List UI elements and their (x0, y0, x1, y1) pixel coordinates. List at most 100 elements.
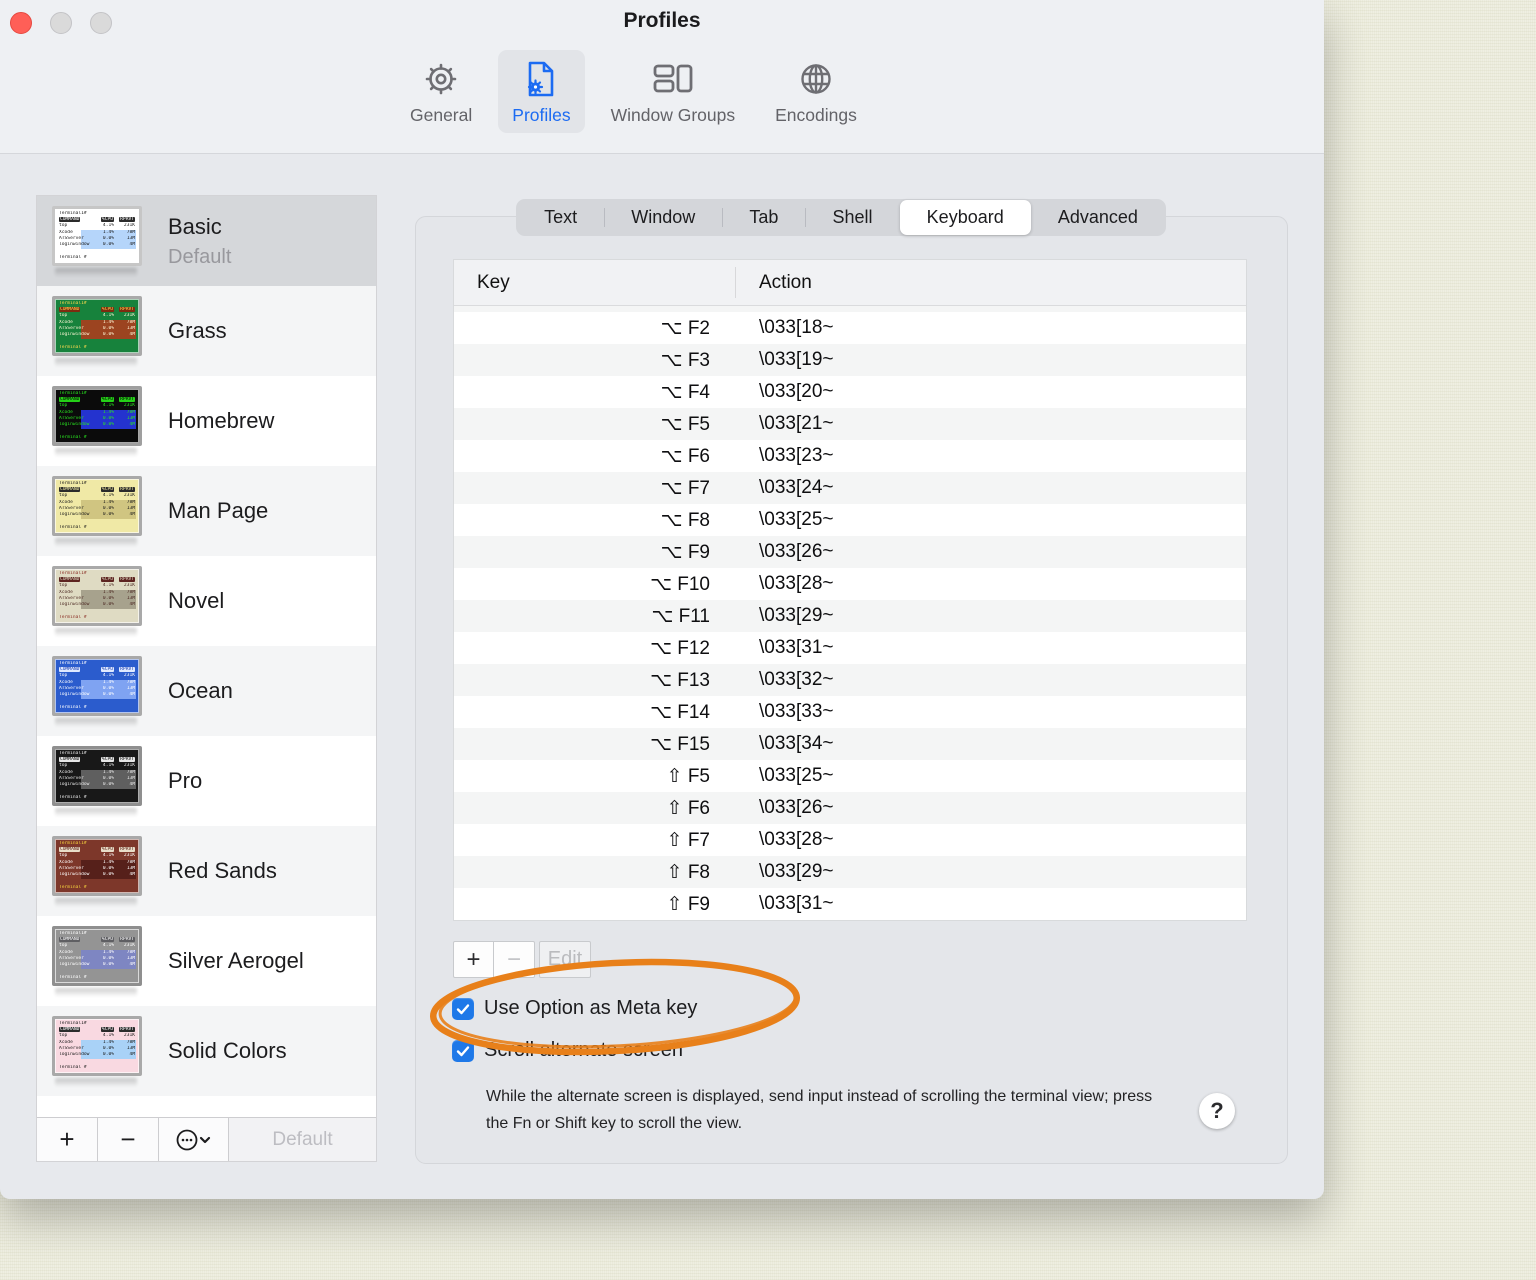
profile-row-homebrew[interactable]: Terminal1# COMMAND %CPU RPRVT top 4.1% 231K Xco… (37, 376, 376, 466)
table-controls: + − Edit (453, 941, 591, 978)
profile-name: Novel (168, 588, 225, 613)
binding-action: \033[33~ (759, 701, 834, 722)
preferences-window: Profiles General Profiles Window Groups … (0, 0, 1324, 1199)
key-binding-row[interactable]: ⌥ F12 \033[31~ (454, 632, 1246, 664)
profile-subtitle: Default (168, 245, 232, 268)
key-binding-row[interactable]: ⌥ F9 \033[26~ (454, 536, 1246, 568)
thumbnail-reflection (55, 897, 137, 907)
checkbox-checked-icon[interactable] (452, 997, 474, 1020)
key-binding-row[interactable]: ⌥ F5 \033[21~ (454, 408, 1246, 440)
add-binding-button[interactable]: + (453, 941, 494, 978)
profile-row-solid-colors[interactable]: Terminal1# COMMAND %CPU RPRVT top 4.1% 231K Xco… (37, 1006, 376, 1096)
binding-action: \033[20~ (759, 381, 834, 402)
toolbar-item-window-groups[interactable]: Window Groups (597, 50, 750, 133)
remove-profile-button[interactable]: − (98, 1118, 159, 1161)
toolbar: General Profiles Window Groups Encodings (390, 50, 877, 133)
key-binding-row[interactable]: ⌥ F3 \033[19~ (454, 344, 1246, 376)
thumbnail-text-line: Terminal # (59, 795, 87, 801)
toolbar-item-profiles[interactable]: Profiles (498, 50, 585, 133)
binding-key: ⇧ F9 (666, 893, 710, 915)
profile-row-silver-aerogel[interactable]: Terminal1# COMMAND %CPU RPRVT top 4.1% 231K Xco… (37, 916, 376, 1006)
remove-binding-button[interactable]: − (494, 941, 535, 978)
profile-name: Man Page (168, 498, 269, 523)
key-binding-row[interactable]: ⌥ F11 \033[29~ (454, 600, 1246, 632)
thumbnail-reflection (55, 447, 137, 457)
binding-key: ⌥ F4 (660, 381, 710, 403)
key-binding-row[interactable]: ⇧ F6 \033[26~ (454, 792, 1246, 824)
window-title: Profiles (623, 9, 701, 32)
checkbox-row-scroll-alternate[interactable]: Scroll alternate screen (452, 1039, 683, 1062)
key-binding-row[interactable]: ⌥ F10 \033[28~ (454, 568, 1246, 600)
profile-name: Homebrew (168, 408, 275, 433)
profile-row-man-page[interactable]: Terminal1# COMMAND %CPU RPRVT top 4.1% 231K Xco… (37, 466, 376, 556)
binding-action: \033[29~ (759, 605, 834, 626)
thumbnail-reflection (55, 1077, 137, 1087)
binding-key: ⇧ F6 (666, 797, 710, 819)
binding-key: ⌥ F13 (650, 669, 710, 691)
binding-action: \033[26~ (759, 797, 834, 818)
thumbnail-text-line: Terminal # (59, 705, 87, 711)
profile-thumbnail: Terminal1# COMMAND %CPU RPRVT top 4.1% 231K Xco… (52, 295, 142, 356)
column-header-action: Action (759, 271, 812, 293)
set-default-button[interactable]: Default (229, 1118, 376, 1161)
profile-actions-menu-button[interactable] (159, 1118, 229, 1161)
profile-tabbar: Text Window Tab Shell Keyboard Advanced (516, 199, 1166, 236)
binding-action: \033[28~ (759, 829, 834, 850)
tab-keyboard[interactable]: Keyboard (899, 200, 1031, 235)
scroll-alternate-description: While the alternate screen is displayed,… (486, 1088, 1153, 1132)
edit-binding-button[interactable]: Edit (539, 941, 591, 978)
binding-action: \033[25~ (759, 765, 834, 786)
checkbox-row-meta-key[interactable]: Use Option as Meta key (452, 997, 697, 1020)
thumbnail-reflection (55, 267, 137, 277)
profile-row-red-sands[interactable]: Terminal1# COMMAND %CPU RPRVT top 4.1% 231K Xco… (37, 826, 376, 916)
profile-row-ocean[interactable]: Terminal1# COMMAND %CPU RPRVT top 4.1% 231K Xco… (37, 646, 376, 736)
profile-name: Basic (168, 213, 222, 239)
profile-thumbnail: Terminal1# COMMAND %CPU RPRVT top 4.1% 231K Xco… (52, 205, 142, 266)
key-binding-row[interactable]: ⌥ F4 \033[20~ (454, 376, 1246, 408)
tab-tab[interactable]: Tab (722, 200, 805, 235)
binding-key: ⌥ F11 (651, 605, 710, 627)
thumbnail-text-line: Terminal # (59, 615, 87, 621)
key-binding-row[interactable]: ⌥ F7 \033[24~ (454, 472, 1246, 504)
key-binding-row[interactable]: ⌥ F6 \033[23~ (454, 440, 1246, 472)
thumbnail-reflection (55, 987, 137, 997)
toolbar-item-general[interactable]: General (396, 50, 486, 133)
add-profile-button[interactable]: + (37, 1118, 98, 1161)
key-binding-row[interactable]: ⌥ F15 \033[34~ (454, 728, 1246, 760)
binding-action: \033[26~ (759, 541, 834, 562)
profile-row-novel[interactable]: Terminal1# COMMAND %CPU RPRVT top 4.1% 231K Xco… (37, 556, 376, 646)
tab-advanced[interactable]: Advanced (1031, 200, 1165, 235)
profile-thumbnail: Terminal1# COMMAND %CPU RPRVT top 4.1% 231K Xco… (52, 835, 142, 896)
key-binding-row[interactable]: ⇧ F8 \033[29~ (454, 856, 1246, 888)
profile-row-basic[interactable]: Terminal1# COMMAND %CPU RPRVT top 4.1% 231K Xco… (37, 196, 376, 286)
key-binding-row[interactable]: ⌥ F2 \033[18~ (454, 312, 1246, 344)
checkbox-checked-icon[interactable] (452, 1039, 474, 1062)
profile-row-grass[interactable]: Terminal1# COMMAND %CPU RPRVT top 4.1% 231K Xco… (37, 286, 376, 376)
toolbar-item-encodings[interactable]: Encodings (761, 50, 871, 133)
key-binding-row[interactable]: ⌥ F14 \033[33~ (454, 696, 1246, 728)
key-binding-row[interactable]: ⇧ F9 \033[31~ (454, 888, 1246, 920)
tab-window[interactable]: Window (604, 200, 722, 235)
profile-name: Ocean (168, 678, 233, 703)
thumbnail-text-line: Terminal # (59, 1065, 87, 1071)
key-binding-row[interactable]: ⇧ F7 \033[28~ (454, 824, 1246, 856)
binding-key: ⇧ F8 (666, 861, 710, 883)
binding-action: \033[34~ (759, 733, 834, 754)
thumbnail-reflection (55, 357, 137, 367)
binding-key: ⇧ F7 (666, 829, 710, 851)
tab-shell[interactable]: Shell (805, 200, 899, 235)
tab-text[interactable]: Text (517, 200, 604, 235)
checkbox-label: Use Option as Meta key (484, 997, 698, 1019)
help-button[interactable]: ? (1199, 1093, 1235, 1129)
thumbnail-reflection (55, 537, 137, 547)
key-binding-row[interactable]: ⇧ F5 \033[25~ (454, 760, 1246, 792)
binding-key: ⌥ F2 (660, 317, 710, 339)
column-header-key: Key (477, 271, 510, 293)
binding-key: ⌥ F9 (660, 541, 710, 563)
key-binding-row[interactable]: ⌥ F8 \033[25~ (454, 504, 1246, 536)
profile-thumbnail: Terminal1# COMMAND %CPU RPRVT top 4.1% 231K Xco… (52, 475, 142, 536)
profile-row-pro[interactable]: Terminal1# COMMAND %CPU RPRVT top 4.1% 231K Xco… (37, 736, 376, 826)
profile-name: Pro (168, 768, 203, 793)
profile-thumbnail: Terminal1# COMMAND %CPU RPRVT top 4.1% 231K Xco… (52, 565, 142, 626)
key-binding-row[interactable]: ⌥ F13 \033[32~ (454, 664, 1246, 696)
